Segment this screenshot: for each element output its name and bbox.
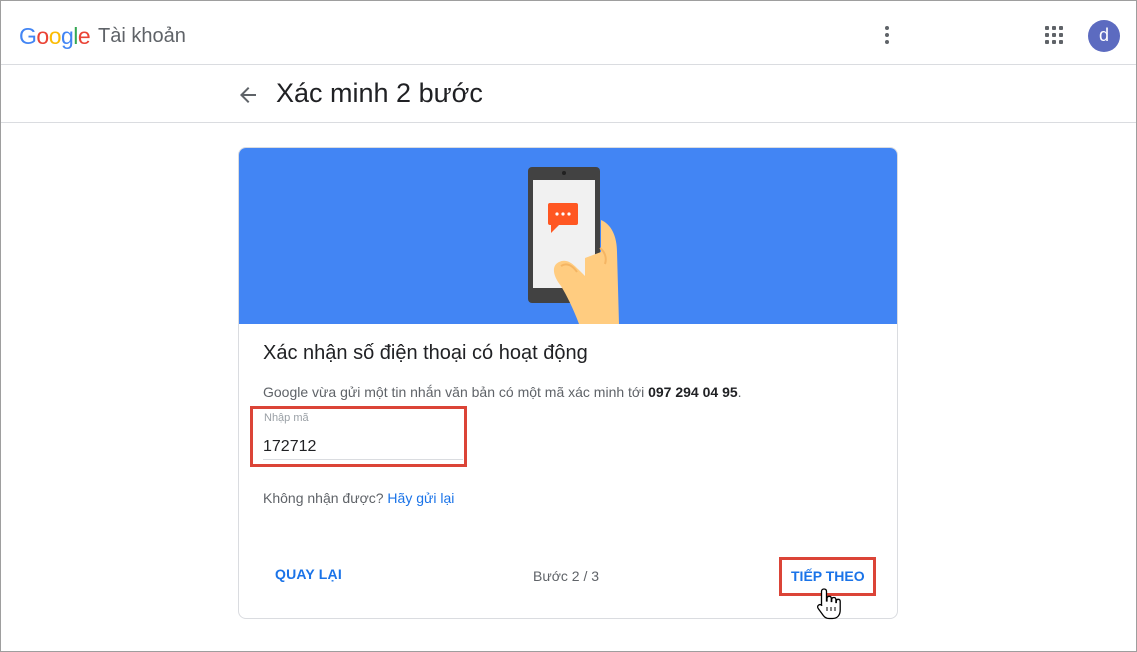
code-field-label: Nhập mã [264, 412, 309, 424]
product-name: Tài khoản [98, 25, 186, 47]
avatar[interactable]: d [1088, 20, 1120, 52]
verification-card: Xác nhận số điện thoại có hoạt động Goog… [238, 147, 898, 619]
page-title: Xác minh 2 bước [276, 78, 483, 108]
step-indicator: Bước 2 / 3 [533, 568, 600, 584]
card-title: Xác nhận số điện thoại có hoạt động [263, 342, 588, 364]
phone-in-hand-illustration [528, 167, 619, 324]
hand-cursor-icon [816, 587, 842, 621]
hero-illustration [239, 148, 897, 324]
page-header: Xác minh 2 bước [1, 66, 1136, 123]
more-vert-icon[interactable] [877, 23, 897, 47]
logo-letter: g [60, 23, 74, 49]
top-bar: Google Tài khoản d [1, 1, 1136, 65]
description-text: Google vừa gửi một tin nhắn văn bản có m… [263, 384, 649, 400]
verification-code-input[interactable] [263, 434, 463, 460]
resend-prompt: Không nhận được? [263, 490, 384, 506]
arrow-back-icon[interactable] [236, 83, 260, 107]
apps-grid-icon[interactable] [1045, 26, 1065, 46]
resend-link[interactable]: Hãy gửi lại [387, 490, 454, 506]
resend-row: Không nhận được? Hãy gửi lại [263, 490, 454, 506]
logo-letter: o [48, 23, 62, 49]
next-button[interactable]: TIẾP THEO [791, 568, 865, 584]
description-suffix: . [737, 384, 742, 400]
back-button[interactable]: QUAY LẠI [263, 560, 354, 588]
logo-letter: G [19, 23, 37, 49]
logo-letter: o [36, 23, 49, 49]
logo-letter: e [77, 23, 91, 49]
verification-description: Google vừa gửi một tin nhắn văn bản có m… [263, 384, 742, 400]
phone-number: 097 294 04 95 [648, 384, 738, 400]
google-logo[interactable]: Google [19, 23, 91, 50]
